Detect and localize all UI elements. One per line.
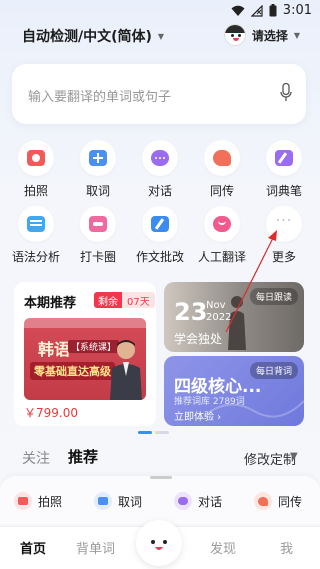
- recommend-card[interactable]: 本期推荐 剩余 07天 韩语 【系统课】 零基础直达高级 ￥799.00: [14, 282, 156, 426]
- word-pick-icon: [94, 492, 112, 510]
- user-selector[interactable]: 请选择 ▼: [223, 23, 300, 47]
- vocab-subtitle: 推荐词库 2789词: [174, 397, 245, 407]
- daily-quote: 学会独处: [174, 332, 223, 346]
- chevron-down-icon: ▼: [293, 30, 300, 40]
- chat-icon: [151, 150, 169, 166]
- feature-label: 人工翻译: [197, 250, 246, 264]
- teacher-photo: [110, 340, 142, 400]
- carousel-indicator: [138, 431, 169, 434]
- simul-interpret-icon: [254, 492, 272, 510]
- essay-icon: [151, 216, 169, 232]
- feature-human-translate[interactable]: 人工翻译: [192, 206, 252, 265]
- mascot-button[interactable]: [136, 520, 182, 566]
- microphone-icon[interactable]: [280, 83, 292, 103]
- quick-simul-interpret[interactable]: 同传: [254, 490, 302, 512]
- status-icons: 3:01: [231, 3, 312, 18]
- chat-icon: [174, 492, 192, 510]
- camera-icon: [27, 150, 45, 166]
- feature-label: 同传: [209, 184, 234, 198]
- quick-label: 取词: [118, 494, 143, 509]
- nav-discover[interactable]: 发现: [210, 538, 236, 557]
- feature-dialogue[interactable]: 对话: [130, 140, 190, 199]
- daily-read-card[interactable]: 23 Nov 2022 学会独处 每日跟读: [164, 282, 304, 352]
- price: ￥799.00: [24, 406, 78, 420]
- drag-handle[interactable]: [150, 476, 172, 479]
- quick-label: 对话: [198, 494, 223, 509]
- more-icon: ···: [275, 213, 293, 229]
- human-translate-icon: [213, 216, 231, 232]
- camera-icon: [14, 492, 32, 510]
- feature-label: 对话: [147, 184, 172, 198]
- daily-vocab-tag: 每日背词: [249, 362, 298, 379]
- user-label: 请选择: [251, 28, 288, 43]
- feature-label: 作文批改: [135, 250, 184, 264]
- feature-label: 打卡圈: [79, 250, 116, 264]
- customize-link[interactable]: 修改定制: [244, 449, 296, 468]
- daily-read-tag: 每日跟读: [249, 288, 298, 305]
- dict-pen-icon: [275, 150, 293, 166]
- date-year: 2022: [206, 312, 232, 323]
- feature-label: 取词: [85, 184, 110, 198]
- avatar: [223, 24, 246, 46]
- nav-home[interactable]: 首页: [20, 538, 46, 557]
- status-time: 3:01: [282, 3, 312, 18]
- promo-language: 韩语: [38, 340, 71, 359]
- feature-label: 更多: [271, 250, 296, 264]
- feature-essay[interactable]: 作文批改: [130, 206, 190, 265]
- feature-label: 词典笔: [265, 184, 302, 198]
- feature-label: 语法分析: [11, 250, 60, 264]
- chevron-down-icon: ▼: [157, 31, 165, 41]
- language-label: 自动检测/中文(简体): [22, 29, 152, 45]
- quick-label: 同传: [278, 494, 303, 509]
- quick-photo[interactable]: 拍照: [14, 490, 62, 512]
- sale-count: 07天: [122, 292, 155, 308]
- feature-dict-pen[interactable]: 词典笔: [254, 140, 314, 199]
- sale-badge: 剩余 07天: [94, 292, 155, 308]
- status-bar: 3:01: [0, 0, 320, 24]
- date-month-year: Nov 2022: [206, 300, 231, 324]
- feature-grammar[interactable]: 语法分析: [6, 206, 66, 265]
- feature-word-pick[interactable]: 取词: [68, 140, 128, 199]
- feature-label: 拍照: [23, 184, 48, 198]
- language-selector[interactable]: 自动检测/中文(简体) ▼: [22, 26, 164, 46]
- quick-word-pick[interactable]: 取词: [94, 490, 142, 512]
- tab-recommend[interactable]: 推荐: [68, 446, 98, 467]
- nav-words[interactable]: 背单词: [76, 538, 115, 557]
- simul-interpret-icon: [213, 150, 231, 166]
- promo-banner[interactable]: 韩语 【系统课】 零基础直达高级: [24, 318, 146, 400]
- search-input[interactable]: 输入要翻译的单词或句子: [28, 86, 171, 105]
- sale-tag: 剩余: [94, 292, 122, 308]
- daily-vocab-card[interactable]: 四级核心... 推荐词库 2789词 立即体验 › 每日背词: [164, 356, 304, 426]
- promo-slogan: 零基础直达高级: [30, 362, 115, 380]
- feature-simul-interpret[interactable]: 同传: [192, 140, 252, 199]
- nav-me[interactable]: 我: [280, 538, 293, 557]
- feature-more[interactable]: ··· 更多: [254, 206, 314, 265]
- date-day: 23: [174, 298, 208, 326]
- wifi-icon: [231, 5, 245, 16]
- word-pick-icon: [89, 150, 107, 166]
- feature-checkin[interactable]: 打卡圈: [68, 206, 128, 265]
- quick-label: 拍照: [38, 494, 63, 509]
- feature-photo[interactable]: 拍照: [6, 140, 66, 199]
- mascot-icon: [151, 540, 167, 550]
- search-box[interactable]: 输入要翻译的单词或句子: [12, 64, 306, 124]
- grammar-icon: [27, 216, 45, 232]
- no-signal-icon: [250, 4, 263, 17]
- recommend-title: 本期推荐: [24, 296, 77, 311]
- checkin-icon: [89, 216, 107, 232]
- date-month: Nov: [206, 300, 226, 311]
- quick-dialogue[interactable]: 对话: [174, 490, 222, 512]
- try-now-button[interactable]: 立即体验 ›: [174, 408, 221, 423]
- battery-icon: [269, 4, 277, 17]
- chevron-down-icon: ▼: [290, 451, 298, 462]
- tab-follow[interactable]: 关注: [22, 448, 50, 468]
